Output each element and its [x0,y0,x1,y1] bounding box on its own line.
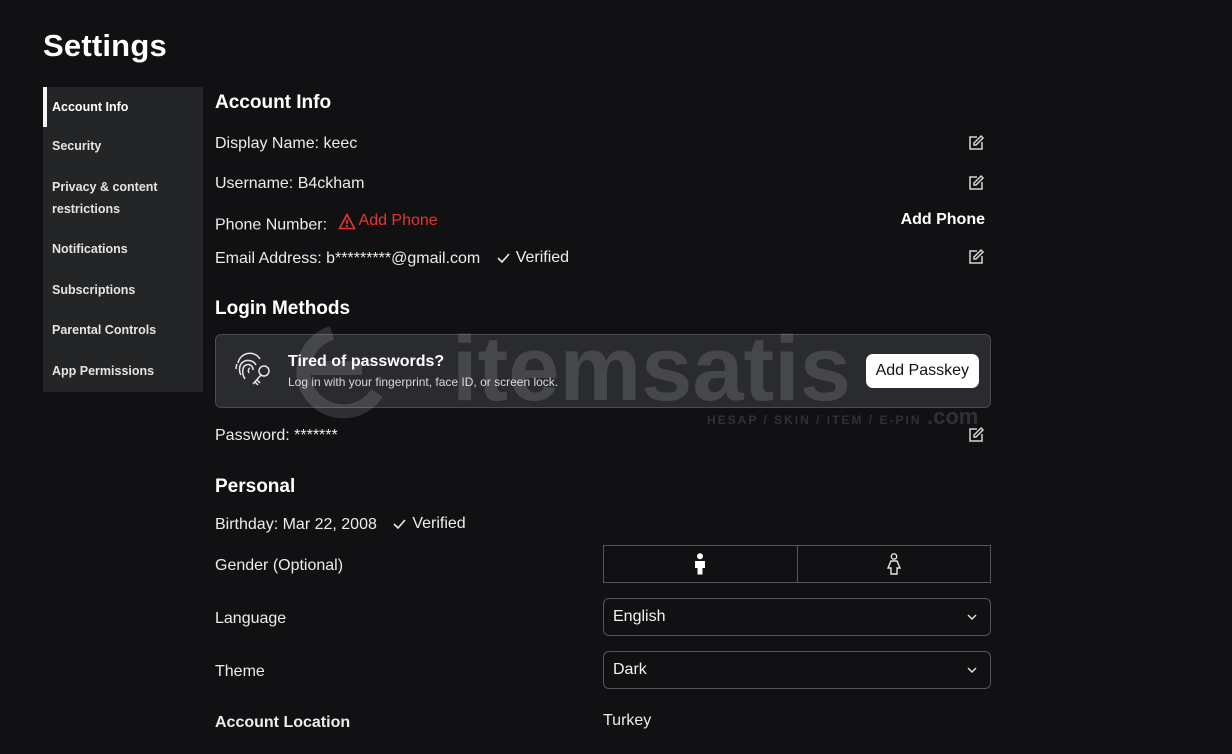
gender-label: Gender (Optional) [215,557,344,574]
check-icon [497,253,510,263]
sidebar-item-account-info[interactable]: Account Info [43,87,203,127]
email-verified-badge: Verified [497,248,569,268]
birthday-text: Birthday: Mar 22, 2008 [215,516,377,533]
email-text: Email Address: b*********@gmail.com [215,250,481,267]
display-name-text: Display Name: keec [215,135,358,152]
phone-warning-link[interactable]: Add Phone [337,211,438,231]
birthday-verified-badge: Verified [393,514,466,534]
language-select[interactable]: English [603,598,991,636]
warning-triangle-icon [337,212,356,229]
account-info-title: Account Info [215,92,332,113]
login-methods-title: Login Methods [215,298,351,319]
sidebar-item-parental-controls[interactable]: Parental Controls [43,319,203,341]
passkey-subtitle: Log in with your fingerprint, face ID, o… [288,375,559,389]
chevron-down-icon [967,667,977,674]
passkey-title: Tired of passwords? [288,353,445,370]
fingerprint-key-icon [235,352,270,386]
add-passkey-button[interactable]: Add Passkey [865,354,979,388]
settings-content: Account Info Display Name: keec Username… [215,0,991,754]
language-value: English [613,608,666,625]
birthday-verified-text: Verified [412,515,466,532]
phone-warning-text: Add Phone [358,212,438,229]
page-title: Settings [43,28,167,63]
personal-title: Personal [215,476,296,497]
email-row: Email Address: b*********@gmail.com Veri… [215,248,569,269]
edit-icon[interactable] [967,174,985,192]
username-text: Username: B4ckham [215,175,365,192]
account-location-label: Account Location [215,714,351,731]
password-text: Password: ******* [215,427,338,444]
settings-sidebar: Account Info Security Privacy & content … [43,87,203,392]
theme-value: Dark [613,661,647,678]
language-label: Language [215,610,287,627]
female-icon [886,553,901,575]
theme-label: Theme [215,663,265,680]
gender-option-male[interactable] [604,546,797,582]
chevron-down-icon [967,614,977,621]
sidebar-item-security[interactable]: Security [43,135,203,157]
sidebar-item-subscriptions[interactable]: Subscriptions [43,279,203,301]
theme-select[interactable]: Dark [603,651,991,689]
email-verified-text: Verified [515,249,570,266]
phone-number-label: Phone Number: [215,216,328,234]
phone-number-row: Phone Number: Add Phone [215,211,438,236]
gender-selector [603,545,991,583]
sidebar-item-app-permissions[interactable]: App Permissions [43,360,203,382]
add-phone-button[interactable]: Add Phone [901,211,985,229]
account-location-value: Turkey [603,712,652,729]
male-icon [695,553,706,575]
sidebar-item-privacy[interactable]: Privacy & content restrictions [43,176,193,220]
edit-icon[interactable] [967,248,985,266]
check-icon [393,519,406,529]
birthday-row: Birthday: Mar 22, 2008 Verified [215,514,466,535]
passkey-card: Tired of passwords? Log in with your fin… [215,334,991,408]
gender-option-female[interactable] [796,546,991,582]
edit-icon[interactable] [967,426,985,444]
edit-icon[interactable] [967,134,985,152]
sidebar-item-notifications[interactable]: Notifications [43,238,203,260]
